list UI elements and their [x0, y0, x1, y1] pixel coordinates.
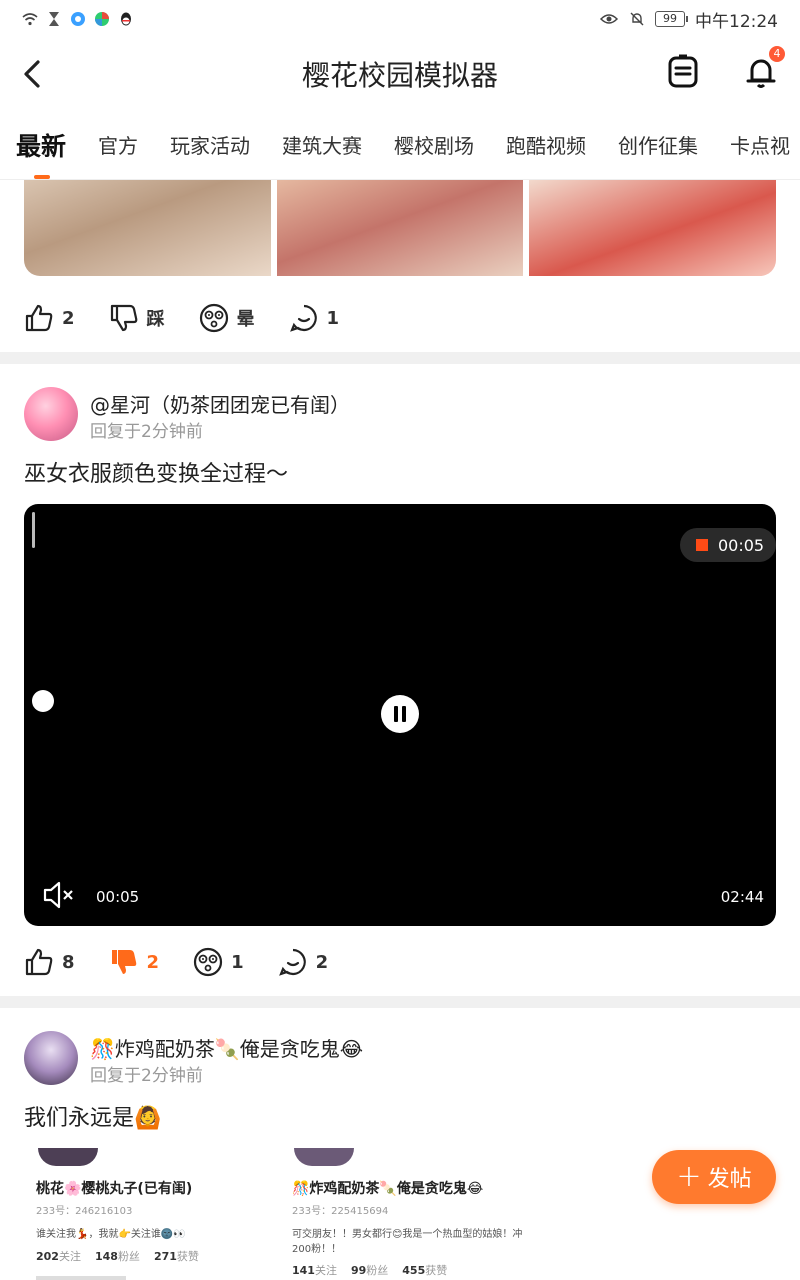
- comment-button[interactable]: 2: [278, 947, 328, 977]
- post-header: 🎊炸鸡配奶茶🍡俺是贪吃鬼😂 回复于2分钟前: [24, 1031, 784, 1087]
- truncated-text: [36, 1276, 126, 1280]
- record-icon: [696, 539, 708, 551]
- plus-icon: +: [676, 1159, 702, 1194]
- avatar: [38, 1148, 98, 1166]
- notification-button[interactable]: 4: [743, 46, 785, 90]
- avatar: [294, 1148, 354, 1166]
- back-arrow-icon[interactable]: [18, 56, 48, 92]
- profile-id: 233号：225415694: [292, 1206, 389, 1217]
- category-tabs: 最新 官方 玩家活动 建筑大赛 樱校剧场 跑酷视频 创作征集 卡点视: [0, 110, 800, 180]
- tab-building-contest[interactable]: 建筑大赛: [282, 130, 362, 159]
- tab-school-theater[interactable]: 樱校剧场: [394, 130, 474, 159]
- avatar[interactable]: [24, 387, 78, 441]
- post-divider: [0, 996, 800, 1008]
- video-progress-track: [32, 512, 35, 548]
- profile-card: 桃花🌸樱桃丸子(已有闺) 233号：246216103 谁关注我💃，我就👉关注谁…: [24, 1148, 274, 1280]
- new-post-button[interactable]: + 发帖: [652, 1150, 776, 1204]
- mute-icon[interactable]: [42, 880, 76, 910]
- mute-bell-icon: [630, 12, 644, 26]
- pause-button[interactable]: [381, 695, 419, 733]
- post-image[interactable]: [24, 180, 271, 276]
- reaction-bar: 2 踩 晕 1: [24, 298, 339, 338]
- like-button[interactable]: 8: [24, 947, 75, 977]
- tab-player-events[interactable]: 玩家活动: [170, 130, 250, 159]
- embedded-screenshot[interactable]: 桃花🌸樱桃丸子(已有闺) 233号：246216103 谁关注我💃，我就👉关注谁…: [24, 1148, 584, 1280]
- post-text[interactable]: 我们永远是🙆: [24, 1100, 161, 1132]
- battery-indicator: 99: [655, 11, 688, 27]
- reaction-bar: 8 2 1 2: [24, 942, 328, 982]
- dislike-button[interactable]: 2: [109, 947, 159, 977]
- profile-stats: 202关注 148粉丝 271获赞: [36, 1250, 199, 1263]
- post-image-strip[interactable]: [24, 180, 776, 276]
- author-name[interactable]: @星河（奶茶团团宠已有闺）: [90, 389, 350, 418]
- tab-creation-contest[interactable]: 创作征集: [618, 130, 698, 159]
- colorful-app-icon: [95, 12, 109, 26]
- app-header: 樱花校园模拟器 4: [0, 38, 800, 110]
- status-bar: 99 中午12:24: [0, 0, 800, 38]
- recording-timer: 00:05: [680, 528, 776, 562]
- comment-button[interactable]: 1: [289, 303, 339, 333]
- dizzy-face-icon: [199, 303, 228, 333]
- dislike-button[interactable]: 踩: [109, 303, 165, 333]
- profile-name: 🎊炸鸡配奶茶🍡俺是贪吃鬼😂: [292, 1181, 484, 1197]
- thumbs-up-icon: [25, 948, 53, 976]
- wifi-icon: [22, 13, 38, 26]
- qq-icon: [121, 12, 131, 26]
- profile-card: 🎊炸鸡配奶茶🍡俺是贪吃鬼😂 233号：225415694 可交朋友！！男女都行😊…: [280, 1148, 580, 1277]
- like-button[interactable]: 2: [24, 303, 75, 333]
- profile-id: 233号：246216103: [36, 1206, 133, 1217]
- profile-desc: 谁关注我💃，我就👉关注谁🌚👀: [36, 1229, 186, 1240]
- eye-icon: [599, 14, 619, 24]
- video-duration: 02:44: [720, 888, 764, 906]
- browser-app-icon: [71, 12, 85, 26]
- post-image[interactable]: [529, 180, 776, 276]
- avatar[interactable]: [24, 1031, 78, 1085]
- clock: 中午12:24: [695, 11, 778, 32]
- tab-official[interactable]: 官方: [98, 130, 138, 159]
- dizzy-button[interactable]: 1: [193, 947, 244, 977]
- post-text[interactable]: 巫女衣服颜色变换全过程～: [24, 456, 288, 488]
- thumbs-down-icon: [110, 304, 137, 332]
- post-image[interactable]: [276, 180, 524, 276]
- dizzy-face-icon: [193, 947, 223, 977]
- video-player[interactable]: 00:05 00:05 02:44: [24, 504, 776, 926]
- profile-stats: 141关注 99粉丝 455获赞: [292, 1264, 448, 1277]
- clipboard-icon[interactable]: [665, 54, 701, 90]
- dizzy-button[interactable]: 晕: [199, 303, 255, 333]
- reply-time: 回复于2分钟前: [90, 1066, 203, 1086]
- tab-beat-videos[interactable]: 卡点视: [730, 130, 790, 159]
- tab-latest[interactable]: 最新: [16, 127, 66, 179]
- comment-bubble-icon: [278, 948, 306, 976]
- thumbs-down-filled-icon: [111, 950, 136, 974]
- video-current-time: 00:05: [96, 888, 140, 906]
- hourglass-icon: [49, 12, 59, 26]
- notification-badge: 4: [769, 46, 785, 62]
- thumbs-up-icon: [25, 304, 53, 332]
- post-divider: [0, 352, 800, 364]
- post-header: @星河（奶茶团团宠已有闺） 回复于2分钟前: [24, 387, 784, 443]
- profile-desc: 可交朋友！！男女都行😊我是一个热血型的姑娘！冲 200粉！！: [292, 1229, 523, 1255]
- author-name[interactable]: 🎊炸鸡配奶茶🍡俺是贪吃鬼😂: [90, 1033, 363, 1062]
- tab-parkour-videos[interactable]: 跑酷视频: [506, 130, 586, 159]
- comment-bubble-icon: [289, 304, 317, 332]
- profile-name: 桃花🌸樱桃丸子(已有闺): [36, 1181, 193, 1197]
- reply-time: 回复于2分钟前: [90, 422, 203, 442]
- seek-handle[interactable]: [32, 690, 54, 712]
